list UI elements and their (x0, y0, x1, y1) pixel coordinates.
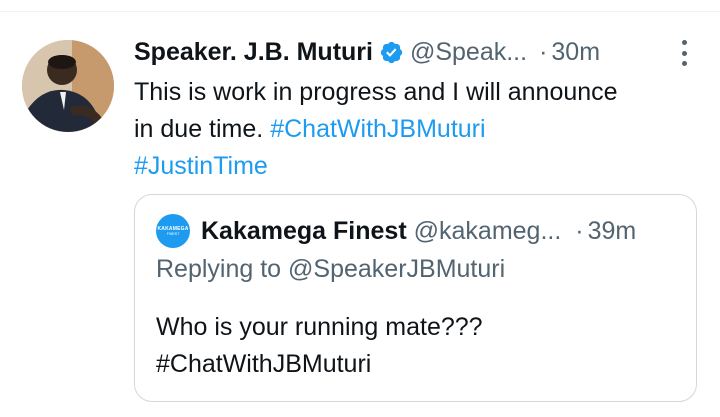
top-divider (0, 11, 720, 12)
quoted-text-line: Who is your running mate??? (156, 313, 483, 341)
separator-dot: · (539, 37, 548, 66)
quoted-author-avatar[interactable]: KAKAMEGA FINEST (156, 214, 190, 248)
quoted-author-handle[interactable]: @kakameg... (414, 217, 562, 246)
replying-to-label: Replying to @SpeakerJBMuturi (156, 255, 506, 283)
quoted-author-name[interactable]: Kakamega Finest (201, 217, 407, 246)
quoted-tweet-card[interactable]: KAKAMEGA FINEST Kakamega Finest @kakameg… (134, 194, 697, 402)
author-avatar[interactable] (22, 40, 114, 132)
tweet-timestamp[interactable]: 30m (551, 38, 600, 67)
avatar-photo (22, 40, 114, 132)
more-options-icon[interactable] (676, 40, 692, 66)
verified-badge-icon (379, 40, 404, 65)
hashtag-link[interactable]: #JustinTime (134, 152, 268, 180)
tweet-text-line: This is work in progress and I will anno… (134, 78, 618, 106)
quoted-tweet-text: Who is your running mate??? #ChatWithJBM… (156, 309, 483, 383)
tweet-text-fragment: in due time. (134, 115, 264, 143)
tweet-text: This is work in progress and I will anno… (134, 74, 704, 185)
avatar-logo-subtext: FINEST (166, 232, 180, 236)
tweet-text-line: in due time. #ChatWithJBMuturi (134, 111, 704, 148)
quoted-tweet-timestamp[interactable]: 39m (588, 217, 637, 246)
author-name[interactable]: Speaker. J.B. Muturi (134, 38, 373, 67)
separator-dot: · (575, 216, 584, 245)
tweet-header: Speaker. J.B. Muturi @Speak... · 30m (134, 36, 600, 68)
hashtag-link[interactable]: #ChatWithJBMuturi (270, 115, 485, 143)
quoted-text-line: #ChatWithJBMuturi (156, 350, 372, 378)
quoted-tweet-header: KAKAMEGA FINEST Kakamega Finest @kakameg… (156, 214, 637, 248)
author-handle[interactable]: @Speak... (410, 38, 527, 67)
tweet-text-line: #JustinTime (134, 148, 704, 185)
